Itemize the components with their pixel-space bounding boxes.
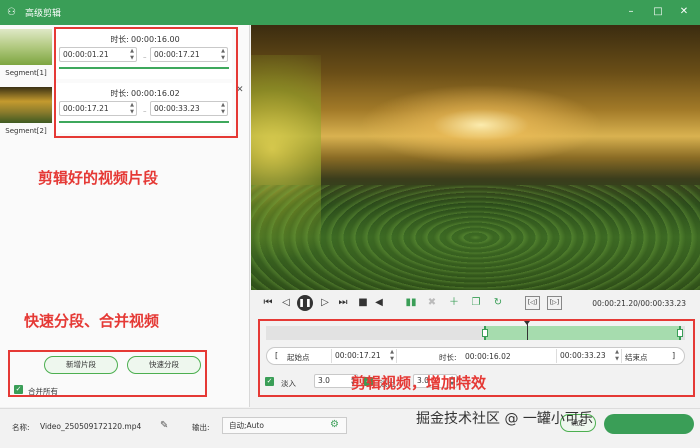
copy-icon[interactable]: ❐ bbox=[470, 297, 482, 309]
add-segment-button[interactable]: 新增片段 bbox=[44, 356, 118, 374]
file-name: Video_250509172120.mp4 bbox=[40, 422, 142, 431]
close-icon[interactable]: ✕ bbox=[678, 6, 690, 18]
step-forward-icon[interactable]: ▷ bbox=[319, 297, 331, 309]
skip-end-icon[interactable]: ⏭ bbox=[337, 297, 349, 309]
name-label: 名称: bbox=[12, 423, 30, 432]
prev-frame-button[interactable]: [◁] bbox=[525, 296, 540, 310]
range-start-field[interactable]: 00:00:17.21 ▲ ▼ bbox=[331, 349, 397, 363]
stop-icon[interactable]: ■ bbox=[357, 297, 369, 309]
segment-thumbnail-2[interactable]: Segment[2] bbox=[0, 87, 52, 135]
pause-button[interactable]: ❚❚ bbox=[297, 295, 313, 311]
fade-in-checkbox[interactable]: ✓ bbox=[265, 377, 274, 386]
title-bar: ⚇ 高级剪辑 – □ ✕ bbox=[0, 0, 700, 25]
gear-icon[interactable]: ⚙ bbox=[330, 419, 339, 430]
segment-label: Segment[1] bbox=[5, 69, 47, 77]
start-point-button[interactable]: 起始点 bbox=[287, 352, 310, 363]
quick-split-button[interactable]: 快速分段 bbox=[127, 356, 201, 374]
watermark: 掘金技术社区 @ 一罐小可乐 bbox=[416, 411, 593, 427]
video-frame-detail bbox=[251, 185, 700, 290]
segment-thumbnail-image bbox=[0, 29, 52, 65]
annotation-edit: 剪辑视频，增加特效 bbox=[351, 374, 487, 392]
merge-all-checkbox[interactable]: ✓ bbox=[14, 385, 23, 394]
start-bracket-icon: [ bbox=[275, 351, 279, 360]
output-label: 输出: bbox=[192, 423, 210, 432]
annotation-clips: 剪辑好的视频片段 bbox=[38, 169, 159, 187]
annotation-split-merge: 快速分段、合并视频 bbox=[24, 312, 160, 330]
end-point-button[interactable]: 结束点 bbox=[625, 352, 648, 363]
range-row: [ 起始点 00:00:17.21 ▲ ▼ 时长: 00:00:16.02 00:… bbox=[266, 347, 685, 365]
merge-all-label: 合并所有 bbox=[28, 387, 58, 396]
timeline[interactable] bbox=[266, 321, 685, 340]
playback-controls: ⏮ ◁ ❚❚ ▷ ⏭ ■ ◀ ▮▮ ✖ ＋ ❐ ↻ [◁] [▷] 00:00:… bbox=[251, 290, 700, 318]
output-field[interactable]: 自动;Auto bbox=[222, 417, 347, 434]
playhead[interactable] bbox=[527, 323, 528, 340]
segment-label: Segment[2] bbox=[5, 127, 47, 135]
next-frame-button[interactable]: [▷] bbox=[547, 296, 562, 310]
bottom-bar: 名称: Video_250509172120.mp4 ✎ 输出: 自动;Auto… bbox=[0, 408, 700, 448]
reset-icon[interactable]: ↻ bbox=[492, 297, 504, 309]
window-title: 高级剪辑 bbox=[25, 9, 62, 19]
range-duration-label: 时长: bbox=[439, 353, 457, 362]
delete-icon[interactable]: ✖ bbox=[426, 297, 438, 309]
segment-thumbnail-1[interactable]: Segment[1] bbox=[0, 29, 52, 77]
step-back-icon[interactable]: ◁ bbox=[280, 297, 292, 309]
add-icon[interactable]: ＋ bbox=[448, 297, 460, 309]
range-end-field[interactable]: 00:00:33.23 ▲ ▼ bbox=[556, 349, 622, 363]
volume-icon[interactable]: ◀ bbox=[373, 297, 385, 309]
segment-thumbnail-image bbox=[0, 87, 52, 123]
minimize-icon[interactable]: – bbox=[625, 6, 637, 18]
export-button[interactable] bbox=[604, 414, 694, 434]
maximize-icon[interactable]: □ bbox=[652, 6, 664, 18]
video-preview[interactable] bbox=[251, 25, 700, 290]
timeline-start-handle[interactable] bbox=[482, 329, 488, 337]
timeline-selection[interactable] bbox=[482, 326, 683, 340]
range-duration-value: 00:00:16.02 bbox=[465, 352, 511, 361]
app-logo-icon: ⚇ bbox=[7, 6, 16, 18]
end-bracket-icon: ] bbox=[672, 351, 676, 360]
annotation-box-segments bbox=[54, 27, 238, 138]
skip-start-icon[interactable]: ⏮ bbox=[262, 297, 274, 309]
fade-in-label: 淡入 bbox=[281, 379, 296, 388]
timeline-end-handle[interactable] bbox=[677, 329, 683, 337]
edit-name-icon[interactable]: ✎ bbox=[160, 420, 168, 431]
current-timecode: 00:00:21.20/00:00:33.23 bbox=[592, 299, 686, 308]
spinner-icon[interactable]: ▲ ▼ bbox=[615, 349, 619, 363]
spinner-icon[interactable]: ▲ ▼ bbox=[390, 349, 394, 363]
split-icon[interactable]: ▮▮ bbox=[405, 297, 417, 309]
